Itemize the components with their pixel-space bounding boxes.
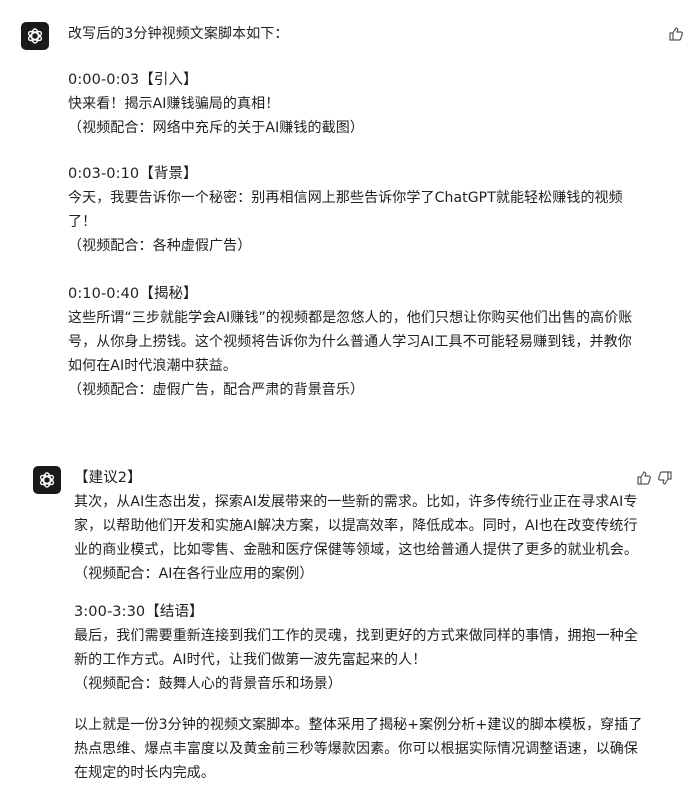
thumbs-up-icon[interactable]	[668, 26, 684, 42]
section-note: （视频配合：网络中充斥的关于AI赚钱的截图）	[68, 120, 364, 136]
section-line: 业的商业模式，比如零售、金融和医疗保健等领域，这也给普通人提供了更多的就业机会。	[74, 542, 638, 558]
section-background-block: 0:03-0:10【背景】 今天，我要告诉你一个秘密：别再相信网上那些告诉你学了…	[68, 162, 623, 258]
section-line: 新的工作方式。AI时代，让我们做第一波先富起来的人！	[74, 652, 427, 668]
summary-line: 热点思维、爆点丰富度以及黄金前三秒等爆款因素。你可以根据实际情况调整语速，以确保	[74, 741, 638, 757]
section-note: （视频配合：鼓舞人心的背景音乐和场景）	[74, 676, 342, 692]
thumbs-down-icon[interactable]	[657, 470, 673, 486]
section-line: 这些所谓“三步就能学会AI赚钱”的视频都是忽悠人的，他们只想让你购买他们出售的高…	[68, 310, 633, 326]
section-line: 其次，从AI生态出发，探索AI发展带来的一些新的需求。比如，许多传统行业正在寻求…	[74, 494, 638, 510]
section-note: （视频配合：AI在各行业应用的案例）	[74, 566, 314, 582]
section-line: 如何在AI时代浪潮中获益。	[68, 358, 238, 374]
section-suggestion-block: 【建议2】 其次，从AI生态出发，探索AI发展带来的一些新的需求。比如，许多传统…	[74, 466, 638, 586]
summary-block: 以上就是一份3分钟的视频文案脚本。整体采用了揭秘+案例分析+建议的脚本模板，穿插…	[74, 713, 642, 785]
section-note: （视频配合：虚假广告，配合严肃的背景音乐）	[68, 382, 365, 398]
openai-logo-icon	[27, 28, 43, 44]
summary-line: 在规定的时长内完成。	[74, 765, 215, 781]
section-line: 家，以帮助他们开发和实施AI解决方案，以提高效率，降低成本。同时，AI也在改变传…	[74, 518, 638, 534]
section-heading: 0:10-0:40【揭秘】	[68, 286, 198, 302]
openai-logo-icon	[39, 472, 55, 488]
assistant-avatar	[21, 22, 49, 50]
section-line: 快来看！揭示AI赚钱骗局的真相！	[68, 96, 280, 112]
section-heading: 3:00-3:30【结语】	[74, 604, 204, 620]
section-line: 了！	[68, 214, 97, 230]
message-1-intro: 改写后的3分钟视频文案脚本如下：	[68, 26, 289, 42]
section-conclusion-block: 3:00-3:30【结语】 最后，我们需要重新连接到我们工作的灵魂，找到更好的方…	[74, 600, 638, 696]
section-line: 今天，我要告诉你一个秘密：别再相信网上那些告诉你学了ChatGPT就能轻松赚钱的…	[68, 190, 623, 206]
section-reveal-block: 0:10-0:40【揭秘】 这些所谓“三步就能学会AI赚钱”的视频都是忽悠人的，…	[68, 282, 632, 402]
section-line: 号，从你身上捞钱。这个视频将告诉你为什么普通人学习AI工具不可能轻易赚到钱，并教…	[68, 334, 632, 350]
thumbs-up-icon[interactable]	[636, 470, 652, 486]
section-line: 最后，我们需要重新连接到我们工作的灵魂，找到更好的方式来做同样的事情，拥抱一种全	[74, 628, 638, 644]
summary-line: 以上就是一份3分钟的视频文案脚本。整体采用了揭秘+案例分析+建议的脚本模板，穿插…	[74, 717, 643, 733]
section-intro-block: 0:00-0:03【引入】 快来看！揭示AI赚钱骗局的真相！ （视频配合：网络中…	[68, 68, 364, 140]
section-heading: 【建议2】	[74, 470, 142, 486]
section-heading: 0:00-0:03【引入】	[68, 72, 198, 88]
assistant-avatar	[33, 466, 61, 494]
section-note: （视频配合：各种虚假广告）	[68, 238, 252, 254]
section-heading: 0:03-0:10【背景】	[68, 166, 198, 182]
